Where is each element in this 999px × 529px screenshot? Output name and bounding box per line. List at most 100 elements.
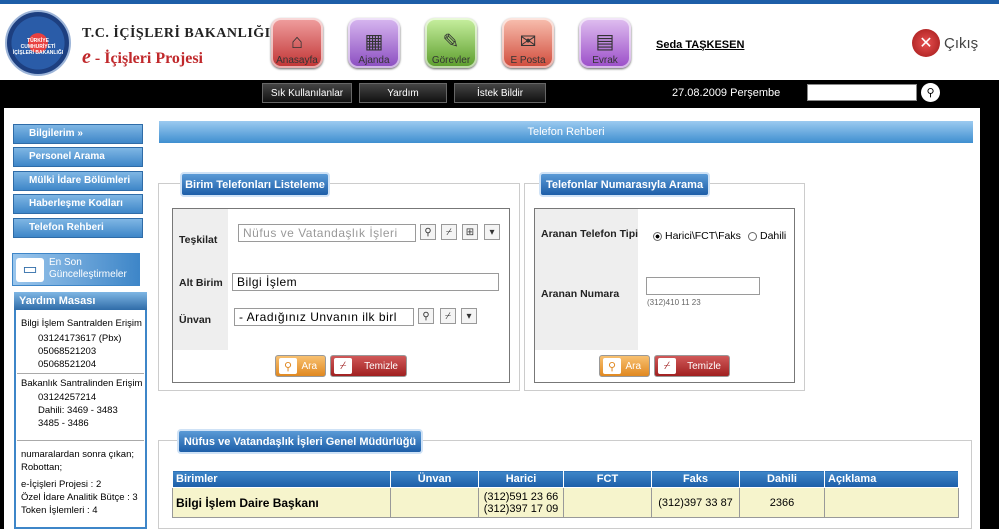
username-link[interactable]: Seda TAŞKESEN [656, 39, 744, 51]
nav-mail-button[interactable]: ✉ E Posta [502, 18, 554, 68]
ministry-title: T.C. İÇİŞLERİ BAKANLIĞI [82, 26, 271, 41]
sidebar-item-personnel-search[interactable]: Personel Arama [13, 147, 143, 167]
tasks-icon: ✎ [442, 31, 460, 53]
search-icon[interactable]: ⚲ [420, 224, 436, 240]
nav-tasks-label: Görevler [431, 55, 471, 66]
number-clear-button[interactable]: ⌿ Temizle [654, 355, 730, 377]
helpdesk-robot-line: Özel İdare Analitik Bütçe : 3 [21, 492, 138, 503]
brush-icon[interactable]: ⌿ [441, 224, 457, 240]
cell-note [824, 487, 959, 518]
phone-type-internal-radio[interactable]: Dahili [748, 230, 786, 242]
org-label: Teşkilat [179, 234, 218, 246]
project-name: - İçişleri Projesi [94, 50, 203, 67]
help-button[interactable]: Yardım [359, 83, 447, 103]
helpdesk-title: Yardım Masası [14, 292, 147, 310]
favorites-button[interactable]: Sık Kullanılanlar [262, 83, 352, 103]
col-fax[interactable]: Faks [651, 470, 740, 488]
subunit-input[interactable]: Bilgi İşlem [232, 273, 499, 291]
updates-line2: Güncelleştirmeler [49, 269, 127, 280]
cell-fax: (312)397 33 87 [651, 487, 740, 518]
col-fct[interactable]: FCT [563, 470, 652, 488]
col-units[interactable]: Birimler [172, 470, 391, 488]
title-input[interactable]: - Aradığınız Unvanın ilk birl [234, 308, 414, 326]
project-title: e - İçişleri Projesi [82, 46, 203, 69]
tab-number-search[interactable]: Telefonlar Numarasıyla Arama [539, 172, 710, 197]
updates-line1: En Son [49, 257, 82, 268]
current-date: 27.08.2009 Perşembe [672, 87, 781, 99]
cell-external-line: (312)591 23 66 [483, 490, 559, 503]
helpdesk-robot-title: numaralardan sonra çıkan; Robottan; [21, 449, 135, 473]
nav-agenda-button[interactable]: ▦ Ajanda [348, 18, 400, 68]
document-icon: ▤ [595, 31, 615, 53]
nav-tasks-button[interactable]: ✎ Görevler [425, 18, 477, 68]
helpdesk-number: 03124173617 (Pbx) [38, 333, 122, 344]
unit-search-button[interactable]: ⚲ Ara [275, 355, 326, 377]
mail-icon: ✉ [519, 31, 537, 53]
latest-updates-button[interactable]: ▭ En Son Güncelleştirmeler [12, 253, 140, 286]
global-search-input[interactable] [807, 84, 917, 101]
brush-icon: ⌿ [658, 358, 676, 374]
sidebar-item-my-info[interactable]: Bilgilerim » [13, 124, 143, 144]
monitor-icon: ▭ [16, 258, 44, 282]
calendar-icon: ▦ [364, 31, 384, 53]
helpdesk-ministry-line: 03124257214 [38, 392, 97, 403]
sidebar-item-phone-book[interactable]: Telefon Rehberi [13, 218, 143, 238]
select-icon[interactable]: ▾ [461, 308, 477, 324]
table-header-row: Birimler Ünvan Harici FCT Faks Dahili Aç… [172, 470, 959, 488]
request-button[interactable]: İstek Bildir [454, 83, 546, 103]
results-tab[interactable]: Nüfus ve Vatandaşlık İşleri Genel Müdürl… [177, 429, 423, 454]
search-icon: ⚲ [603, 358, 621, 374]
home-icon: ⌂ [290, 31, 304, 53]
cell-external: (312)591 23 66 (312)397 17 09 [478, 487, 564, 518]
col-note[interactable]: Açıklama [824, 470, 959, 488]
radio-unchecked-icon [748, 231, 757, 241]
helpdesk-ministry-line: Dahili: 3469 - 3483 [38, 405, 118, 416]
cell-internal: 2366 [739, 487, 825, 518]
search-icon[interactable]: ⚲ [418, 308, 434, 324]
search-icon[interactable]: ⚲ [921, 83, 940, 102]
helpdesk-number: 05068521204 [38, 359, 97, 370]
results-table: Birimler Ünvan Harici FCT Faks Dahili Aç… [172, 470, 959, 518]
nav-agenda-label: Ajanda [358, 55, 390, 66]
phone-number-hint: (312)410 11 23 [647, 298, 701, 307]
page-title: Telefon Rehberi [159, 121, 973, 143]
nav-documents-button[interactable]: ▤ Evrak [579, 18, 631, 68]
helpdesk-central-title: Bilgi İşlem Santralden Erişim [21, 318, 142, 329]
sidebar-item-admin-divisions[interactable]: Mülki İdare Bölümleri [13, 171, 143, 191]
helpdesk-number: 05068521203 [38, 346, 97, 357]
title-label: Ünvan [179, 314, 212, 326]
table-row[interactable]: Bilgi İşlem Daire Başkanı (312)591 23 66… [172, 487, 959, 518]
seal-text: TÜRKİYE CUMHURİYETİ İÇİŞLERİ BAKANLIĞI [12, 38, 64, 56]
col-external[interactable]: Harici [478, 470, 564, 488]
col-title[interactable]: Ünvan [390, 470, 479, 488]
tab-unit-phones[interactable]: Birim Telefonları Listeleme [180, 172, 330, 197]
phone-type-external-radio[interactable]: Harici\FCT\Faks [653, 230, 741, 242]
helpdesk-robot-line: Token İşlemleri : 4 [21, 505, 98, 516]
brush-icon: ⌿ [334, 358, 352, 374]
nav-home-button[interactable]: ⌂ Anasayfa [271, 18, 323, 68]
select-icon[interactable]: ▾ [484, 224, 500, 240]
phone-type-internal-label: Dahili [760, 230, 787, 242]
phone-type-label: Aranan Telefon Tipi [541, 228, 639, 240]
subunit-label: Alt Birim [179, 277, 223, 289]
divider [17, 373, 144, 374]
radio-checked-icon [653, 231, 662, 241]
logout-button[interactable]: ✕ Çıkış [912, 29, 978, 57]
cell-fct [563, 487, 652, 518]
cell-unit: Bilgi İşlem Daire Başkanı [172, 487, 391, 518]
number-search-button[interactable]: ⚲ Ara [599, 355, 650, 377]
search-label: Ara [625, 360, 641, 372]
helpdesk-ministry-title: Bakanlık Santralinden Erişim [21, 378, 143, 389]
org-select[interactable]: Nüfus ve Vatandaşlık İşleri [238, 224, 416, 242]
brush-icon[interactable]: ⌿ [440, 308, 456, 324]
nav-home-label: Anasayfa [276, 55, 318, 66]
phone-number-input[interactable] [646, 277, 760, 295]
helpdesk-robot-line: e-İçişleri Projesi : 2 [21, 479, 102, 490]
cell-title [390, 487, 479, 518]
sidebar-item-comm-codes[interactable]: Haberleşme Kodları [13, 194, 143, 214]
phone-number-label: Aranan Numara [541, 288, 620, 300]
col-internal[interactable]: Dahili [739, 470, 825, 488]
tree-icon[interactable]: ⊞ [462, 224, 478, 240]
unit-clear-button[interactable]: ⌿ Temizle [330, 355, 407, 377]
divider [17, 440, 144, 441]
